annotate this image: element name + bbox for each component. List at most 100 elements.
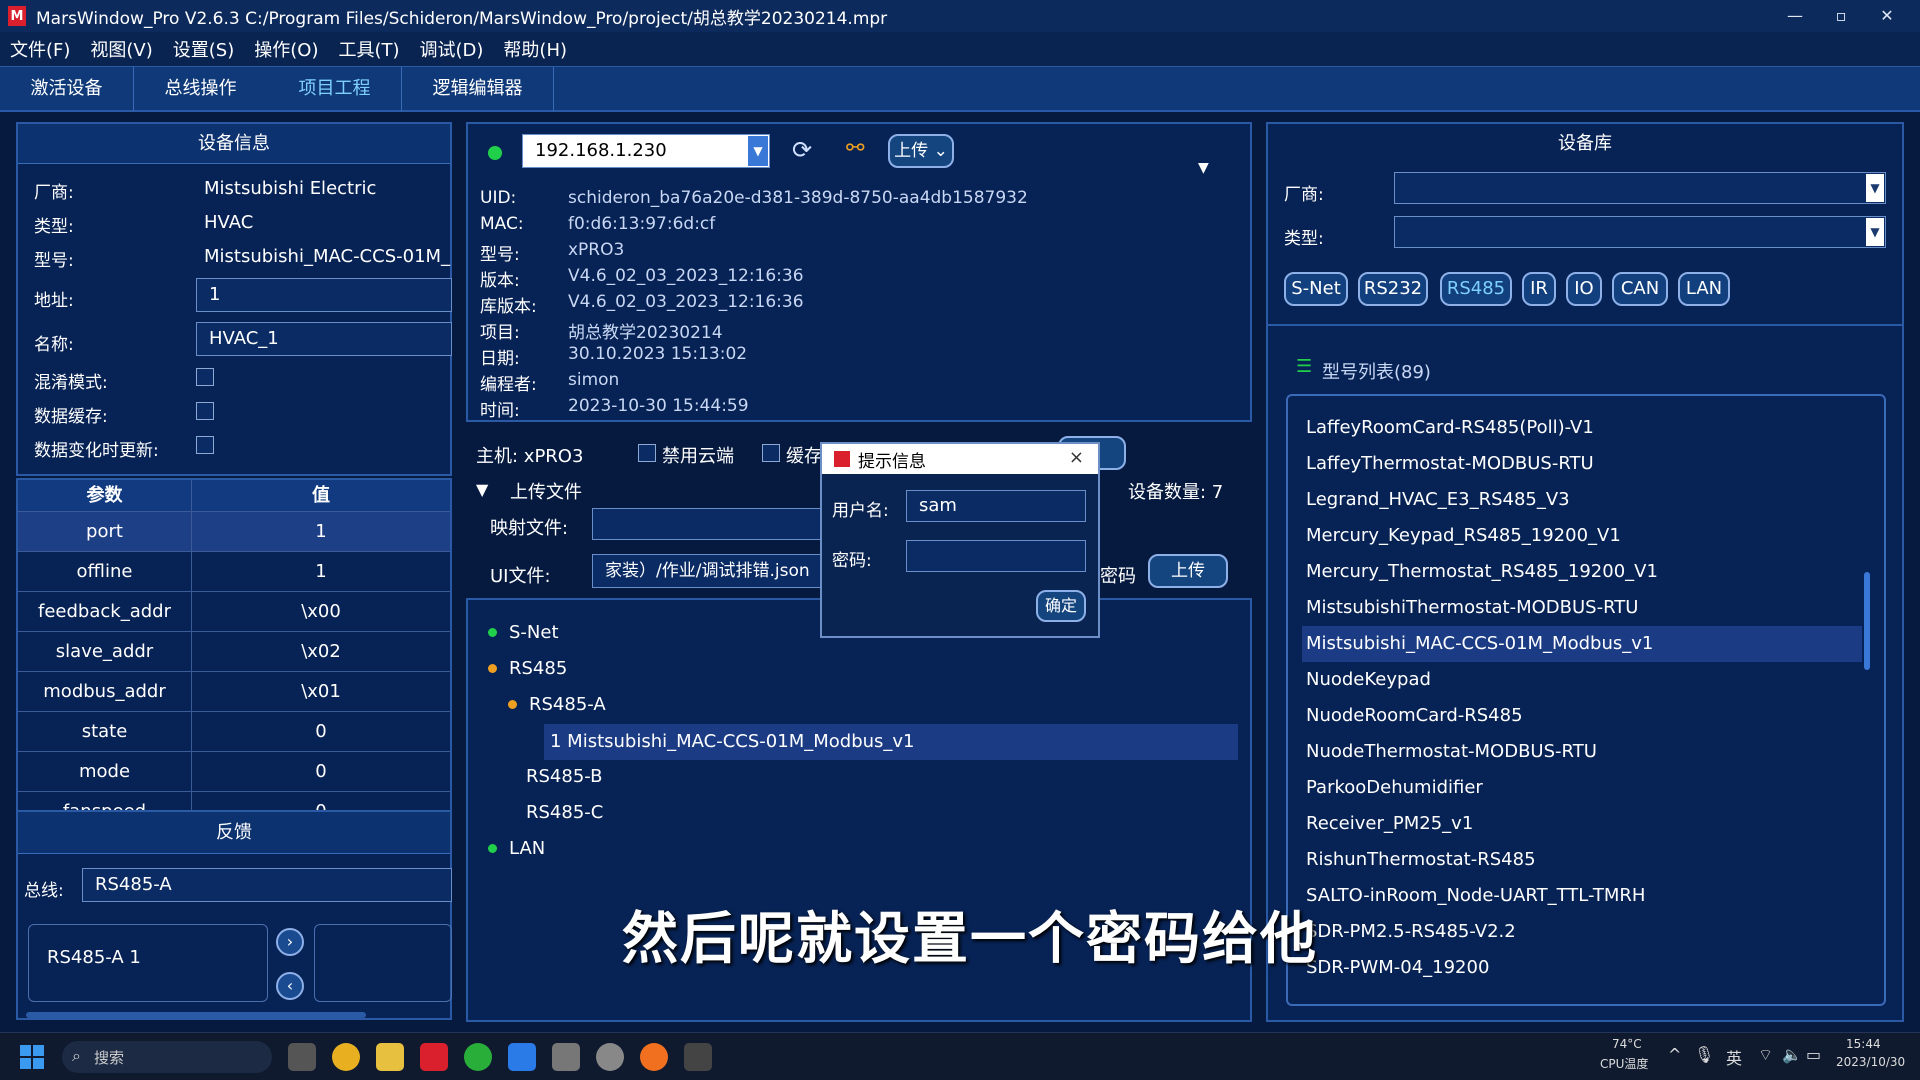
link-icon[interactable]: ⚯ xyxy=(846,136,864,161)
menu-debug[interactable]: 调试(D) xyxy=(420,36,484,62)
bus-input[interactable]: RS485-A xyxy=(82,868,452,902)
list-item[interactable]: NuodeThermostat-MODBUS-RTU xyxy=(1302,734,1862,770)
tab-activate-device[interactable]: 激活设备 xyxy=(0,67,134,111)
chevron-up-icon[interactable]: ^ xyxy=(1668,1045,1681,1064)
app-grid-icon[interactable] xyxy=(684,1043,712,1071)
menu-view[interactable]: 视图(V) xyxy=(90,36,152,62)
username-input[interactable]: sam xyxy=(906,490,1086,522)
settings-icon[interactable] xyxy=(596,1043,624,1071)
move-right-icon[interactable]: › xyxy=(276,928,304,956)
tree-item-selected-device[interactable]: 1 Mistsubishi_MAC-CCS-01M_Modbus_v1 xyxy=(544,724,1238,760)
list-item[interactable]: SDR-PM2.5-RS485-V2.2 xyxy=(1302,914,1862,950)
tree-item-snet[interactable]: S-Net xyxy=(488,622,559,643)
filter-lan[interactable]: LAN xyxy=(1678,272,1730,306)
windows-start-icon[interactable] xyxy=(20,1045,44,1069)
collapse-icon[interactable]: ▼ xyxy=(1198,160,1209,176)
lib-type-select[interactable] xyxy=(1394,216,1886,248)
task-view-icon[interactable] xyxy=(288,1043,316,1071)
horizontal-scrollbar[interactable] xyxy=(26,1012,366,1018)
taskbar-search[interactable]: ⌕ 搜索 xyxy=(62,1041,272,1073)
battery-icon[interactable]: ▭ xyxy=(1806,1045,1821,1064)
menu-tools[interactable]: 工具(T) xyxy=(338,36,399,62)
table-row[interactable]: slave_addr \x02 xyxy=(18,632,450,672)
chevron-down-icon[interactable]: ▼ xyxy=(1866,174,1884,202)
list-item-selected[interactable]: Mistsubishi_MAC-CCS-01M_Modbus_v1 xyxy=(1302,626,1862,662)
list-item[interactable]: RishunThermostat-RS485 xyxy=(1302,842,1862,878)
clock-time[interactable]: 15:44 xyxy=(1846,1037,1881,1051)
upload-button[interactable]: 上传 xyxy=(1148,554,1228,588)
collapse-arrow-icon[interactable]: ▼ xyxy=(476,480,488,499)
tree-item-rs485[interactable]: RS485 xyxy=(488,658,567,679)
mix-mode-checkbox[interactable] xyxy=(196,368,214,386)
cache-checkbox[interactable] xyxy=(762,444,780,462)
filter-rs485[interactable]: RS485 xyxy=(1440,272,1512,306)
ip-select[interactable]: 192.168.1.230 xyxy=(522,134,770,168)
search-app-icon[interactable] xyxy=(640,1043,668,1071)
tab-logic-editor[interactable]: 逻辑编辑器 xyxy=(402,67,554,111)
address-input[interactable]: 1 xyxy=(196,278,452,312)
volume-icon[interactable]: 🔈 xyxy=(1782,1045,1802,1064)
clock-date[interactable]: 2023/10/30 xyxy=(1836,1055,1905,1069)
list-item[interactable]: Mercury_Keypad_RS485_19200_V1 xyxy=(1302,518,1862,554)
chrome-icon[interactable] xyxy=(332,1043,360,1071)
list-item[interactable]: MistsubishiThermostat-MODBUS-RTU xyxy=(1302,590,1862,626)
menu-help[interactable]: 帮助(H) xyxy=(503,36,567,62)
filter-ir[interactable]: IR xyxy=(1522,272,1556,306)
refresh-icon[interactable]: ⟳ xyxy=(792,136,812,164)
tab-project[interactable]: 项目工程 xyxy=(268,67,402,111)
vertical-scrollbar[interactable] xyxy=(1864,572,1870,670)
menu-file[interactable]: 文件(F) xyxy=(10,36,70,62)
tree-item-rs485a[interactable]: RS485-A xyxy=(508,694,606,715)
table-row[interactable]: offline 1 xyxy=(18,552,450,592)
data-change-checkbox[interactable] xyxy=(196,436,214,454)
password-input[interactable] xyxy=(906,540,1086,572)
ui-file-input[interactable]: 家装）/作业/调试排错.json xyxy=(592,554,822,588)
table-row[interactable]: mode 0 xyxy=(18,752,450,792)
table-row[interactable]: port 1 xyxy=(18,512,450,552)
upload-menu-button[interactable]: 上传 ⌄ xyxy=(888,134,954,168)
list-item[interactable]: Mercury_Thermostat_RS485_19200_V1 xyxy=(1302,554,1862,590)
lib-vendor-select[interactable] xyxy=(1394,172,1886,204)
list-item[interactable]: LaffeyRoomCard-RS485(Poll)-V1 xyxy=(1302,410,1862,446)
input-language[interactable]: 英 xyxy=(1726,1045,1742,1069)
tree-item-lan[interactable]: LAN xyxy=(488,838,545,859)
close-icon[interactable]: ✕ xyxy=(1864,0,1910,32)
feedback-target-list[interactable] xyxy=(314,924,452,1002)
filter-rs232[interactable]: RS232 xyxy=(1358,272,1428,306)
table-row[interactable]: modbus_addr \x01 xyxy=(18,672,450,712)
table-row[interactable]: state 0 xyxy=(18,712,450,752)
list-item[interactable]: SALTO-inRoom_Node-UART_TTL-TMRH xyxy=(1302,878,1862,914)
chevron-down-icon[interactable]: ▼ xyxy=(748,136,768,166)
filter-can[interactable]: CAN xyxy=(1612,272,1668,306)
list-item[interactable]: LaffeyThermostat-MODBUS-RTU xyxy=(1302,446,1862,482)
tree-item-rs485c[interactable]: RS485-C xyxy=(526,802,603,823)
list-item[interactable]: RS485-A 1 xyxy=(47,947,141,968)
list-item[interactable]: Receiver_PM25_v1 xyxy=(1302,806,1862,842)
menu-operation[interactable]: 操作(O) xyxy=(254,36,318,62)
move-left-icon[interactable]: ‹ xyxy=(276,972,304,1000)
filter-io[interactable]: IO xyxy=(1566,272,1602,306)
wechat-icon[interactable] xyxy=(464,1043,492,1071)
map-file-input[interactable] xyxy=(592,508,822,540)
marswindow-icon[interactable] xyxy=(420,1043,448,1071)
chevron-down-icon[interactable]: ▼ xyxy=(1866,218,1884,246)
list-item[interactable]: NuodeRoomCard-RS485 xyxy=(1302,698,1862,734)
name-input[interactable]: HVAC_1 xyxy=(196,322,452,356)
microphone-icon[interactable]: 🎙 xyxy=(1694,1045,1714,1064)
filter-snet[interactable]: S-Net xyxy=(1284,272,1348,306)
list-item[interactable]: SDR-PWM-04_19200 xyxy=(1302,950,1862,986)
ok-button[interactable]: 确定 xyxy=(1036,590,1086,622)
file-explorer-icon[interactable] xyxy=(376,1043,404,1071)
wifi-icon[interactable]: ⌔ xyxy=(1758,1045,1773,1065)
minimize-icon[interactable]: — xyxy=(1772,0,1818,32)
table-row[interactable]: feedback_addr \x00 xyxy=(18,592,450,632)
list-item[interactable]: ParkooDehumidifier xyxy=(1302,770,1862,806)
close-icon[interactable]: × xyxy=(1069,447,1084,468)
app-icon[interactable] xyxy=(552,1043,580,1071)
maximize-icon[interactable]: ▫ xyxy=(1818,0,1864,32)
list-item[interactable]: NuodeKeypad xyxy=(1302,662,1862,698)
menu-settings[interactable]: 设置(S) xyxy=(173,36,234,62)
feedback-list[interactable]: RS485-A 1 xyxy=(28,924,268,1002)
disable-cloud-checkbox[interactable] xyxy=(638,444,656,462)
app-icon[interactable] xyxy=(508,1043,536,1071)
